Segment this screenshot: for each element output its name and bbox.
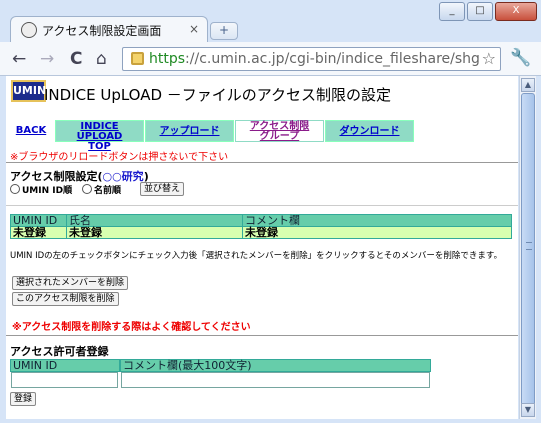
close-window-button[interactable]: X (495, 2, 537, 21)
scroll-up-icon[interactable]: ▲ (521, 78, 535, 92)
page-favicon-icon (21, 22, 37, 38)
table-cell-umin: 未登録 (10, 226, 67, 239)
home-icon[interactable]: ⌂ (96, 49, 107, 69)
sort-name-radio[interactable] (82, 184, 92, 194)
nav-access-group-tab[interactable]: アクセス制限 グループ (235, 120, 324, 142)
divider (6, 335, 518, 336)
new-tab-button[interactable]: + (210, 22, 238, 40)
browser-tab[interactable]: アクセス制限設定画面 × (10, 16, 208, 43)
lock-icon (131, 52, 144, 65)
url-path: ://c.umin.ac.jp/cgi-bin/indice_fileshare… (185, 51, 479, 67)
sort-name-label: 名前順 (94, 186, 122, 196)
browser-window: _ □ X アクセス制限設定画面 × + ← → C ⌂ https://c.u… (0, 0, 541, 423)
umin-logo: UMIN (11, 80, 46, 102)
divider (6, 162, 518, 163)
scroll-thumb[interactable] (521, 93, 535, 415)
umin-id-input[interactable] (11, 372, 118, 388)
scroll-down-icon[interactable]: ▼ (521, 403, 535, 417)
vertical-scrollbar[interactable]: ▲ ▼ (519, 76, 536, 419)
nav-top-line1: INDICE UPLOAD (76, 121, 123, 142)
bookmark-star-icon[interactable]: ☆ (482, 49, 496, 68)
sort-umin-label: UMIN ID順 (22, 186, 73, 196)
nav-back-link[interactable]: BACK (11, 120, 51, 142)
access-settings-title: アクセス制限設定(○○研究) (10, 168, 149, 184)
table-cell-name: 未登録 (66, 226, 243, 239)
nav-top-link[interactable]: INDICE UPLOAD TOP (55, 120, 144, 152)
nav-download-link[interactable]: ダウンロード (325, 120, 414, 142)
register-header-comment: コメント欄(最大100文字) (120, 359, 431, 372)
url-scheme: https (149, 51, 186, 67)
tab-title: アクセス制限設定画面 (42, 24, 162, 38)
register-header-umin: UMIN ID (10, 359, 120, 372)
page-content: UMIN INDICE UpLOAD －ファイルのアクセス制限の設定 BACK … (6, 76, 518, 419)
delete-restriction-button[interactable]: このアクセス制限を削除 (12, 292, 119, 306)
table-cell-comment: 未登録 (242, 226, 512, 239)
nav-upload-link[interactable]: アップロード (145, 120, 234, 142)
comment-input[interactable] (121, 372, 430, 388)
wrench-menu-icon[interactable]: 🔧 (510, 48, 531, 68)
divider (6, 205, 518, 206)
back-arrow-icon[interactable]: ← (12, 49, 26, 69)
delete-warning: ※アクセス制限を削除する際はよく確認してください (12, 322, 251, 333)
delete-selected-button[interactable]: 選択されたメンバーを削除 (12, 276, 129, 290)
maximize-button[interactable]: □ (467, 2, 493, 21)
grip-icon (526, 242, 532, 250)
tab-close-icon[interactable]: × (189, 22, 199, 36)
register-title: アクセス許可者登録 (10, 345, 109, 358)
browser-toolbar: ← → C ⌂ https://c.umin.ac.jp/cgi-bin/ind… (0, 42, 541, 76)
sort-umin-radio[interactable] (10, 184, 20, 194)
nav-bar: BACK INDICE UPLOAD TOP アップロード アクセス制限 グループ … (11, 120, 511, 152)
url-text: https://c.umin.ac.jp/cgi-bin/indice_file… (149, 51, 479, 67)
reload-warning: ※ブラウザのリロードボタンは押さないで下さい (10, 152, 229, 163)
group-name: ○○研究 (102, 170, 144, 183)
minimize-button[interactable]: _ (439, 2, 465, 21)
window-controls: _ □ X (439, 2, 537, 21)
sort-button[interactable]: 並び替え (140, 182, 185, 196)
forward-arrow-icon[interactable]: → (40, 49, 54, 69)
page-heading: INDICE UpLOAD －ファイルのアクセス制限の設定 (44, 86, 392, 104)
reload-icon[interactable]: C (70, 49, 82, 69)
register-button[interactable]: 登録 (10, 392, 37, 406)
title-prefix: アクセス制限設定( (10, 170, 103, 183)
nav-access-line2: グループ (259, 131, 300, 142)
address-bar[interactable]: https://c.umin.ac.jp/cgi-bin/indice_file… (122, 47, 501, 71)
delete-instructions: UMIN IDの左のチェックボタンにチェック入力後「選択されたメンバーを削除」を… (10, 251, 503, 261)
